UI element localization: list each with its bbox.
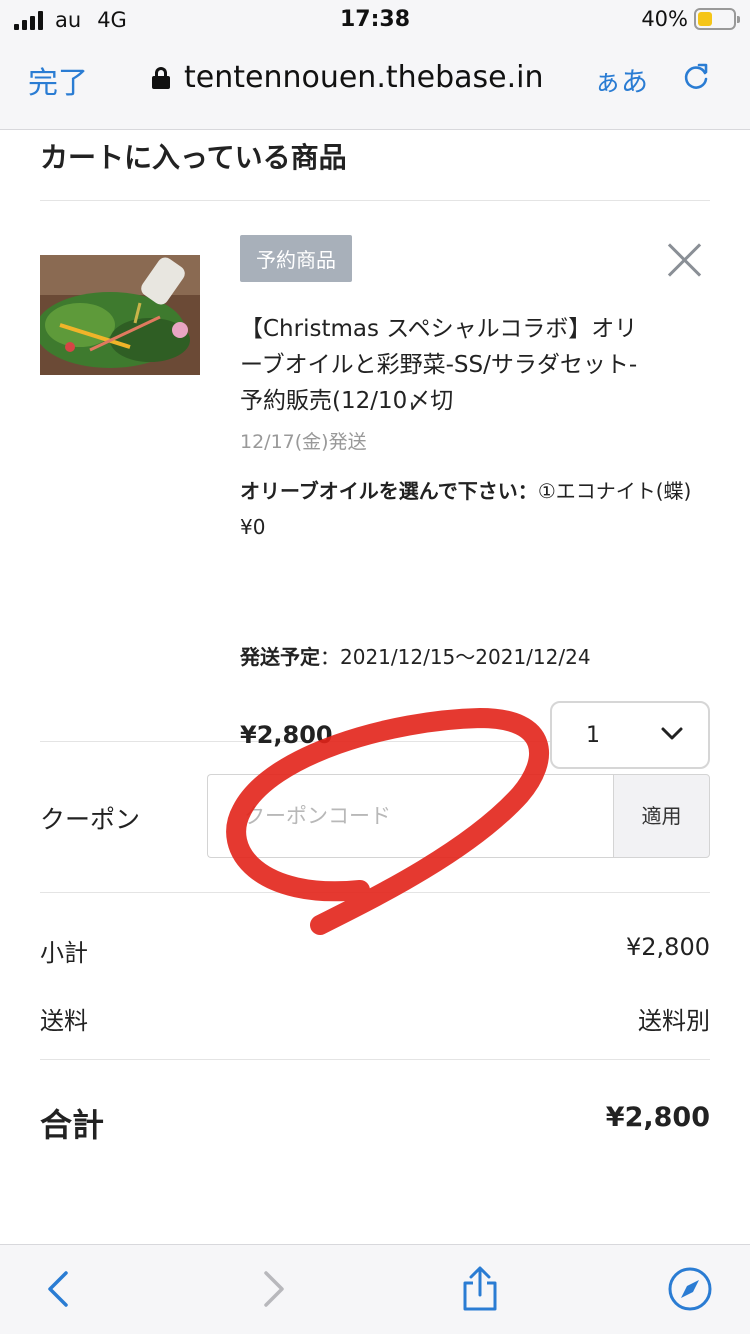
coupon-row: クーポン 適用	[40, 742, 710, 892]
url-text: tentennouen.thebase.in	[184, 60, 544, 95]
subtotal-value: ¥2,800	[626, 933, 710, 961]
ship-date: 12/17(金)発送	[240, 431, 367, 453]
apply-coupon-button[interactable]: 適用	[613, 774, 710, 858]
forward-icon[interactable]	[248, 1265, 296, 1313]
option-label: オリーブオイルを選んで下さい：	[240, 479, 538, 503]
status-bar: au 4G 17:38 40%	[0, 0, 750, 40]
back-icon[interactable]	[36, 1265, 84, 1313]
total-label: 合計	[40, 1106, 105, 1144]
compass-icon[interactable]	[666, 1265, 714, 1313]
total-value: ¥2,800	[605, 1102, 710, 1133]
coupon-code-input[interactable]	[207, 774, 613, 858]
done-button[interactable]: 完了	[28, 58, 88, 102]
total-row: 合計 ¥2,800	[40, 1060, 710, 1180]
cart-item: 予約商品 【Christmas スペシャルコラボ】オリーブオイルと彩野菜-SS/…	[40, 201, 710, 769]
schedule-value: ：2021/12/15〜2021/12/24	[320, 645, 591, 669]
text-size-button[interactable]: ぁあ	[594, 60, 648, 99]
shipping-value: 送料別	[638, 1007, 710, 1035]
coupon-label: クーポン	[40, 805, 141, 834]
battery-icon	[694, 8, 740, 30]
remove-item-close-icon[interactable]	[666, 241, 704, 279]
browser-bottom-toolbar	[0, 1244, 750, 1334]
browser-top-bar: 完了 tentennouen.thebase.in ぁあ	[0, 40, 750, 130]
battery-percent: 40%	[641, 7, 688, 31]
schedule-label: 発送予定	[240, 645, 320, 669]
cart-title: カートに入っている商品	[40, 141, 347, 174]
subtotal-label: 小計	[40, 939, 88, 967]
subtotal-row: 小計 ¥2,800	[40, 911, 710, 979]
product-option: オリーブオイルを選んで下さい：①エコナイト(蝶) ¥0	[240, 473, 710, 545]
address-bar[interactable]: tentennouen.thebase.in	[152, 60, 544, 95]
battery-level	[698, 12, 712, 26]
reservation-badge: 予約商品	[240, 235, 352, 282]
product-thumbnail[interactable]	[40, 255, 200, 375]
reload-icon[interactable]	[680, 60, 712, 92]
status-time: 17:38	[339, 7, 411, 32]
lock-icon	[152, 66, 170, 89]
shipping-row: 送料 送料別	[40, 979, 710, 1047]
shipping-label: 送料	[40, 1007, 88, 1035]
cart-content: カートに入っている商品 予約商品 【Christmas スペシャルコラボ】オリー…	[40, 130, 710, 1180]
share-icon[interactable]	[456, 1265, 504, 1313]
status-right: 40%	[641, 7, 740, 31]
product-name[interactable]: 【Christmas スペシャルコラボ】オリーブオイルと彩野菜-SS/サラダセッ…	[240, 311, 660, 419]
shipping-schedule: 発送予定：2021/12/15〜2021/12/24	[240, 641, 591, 670]
